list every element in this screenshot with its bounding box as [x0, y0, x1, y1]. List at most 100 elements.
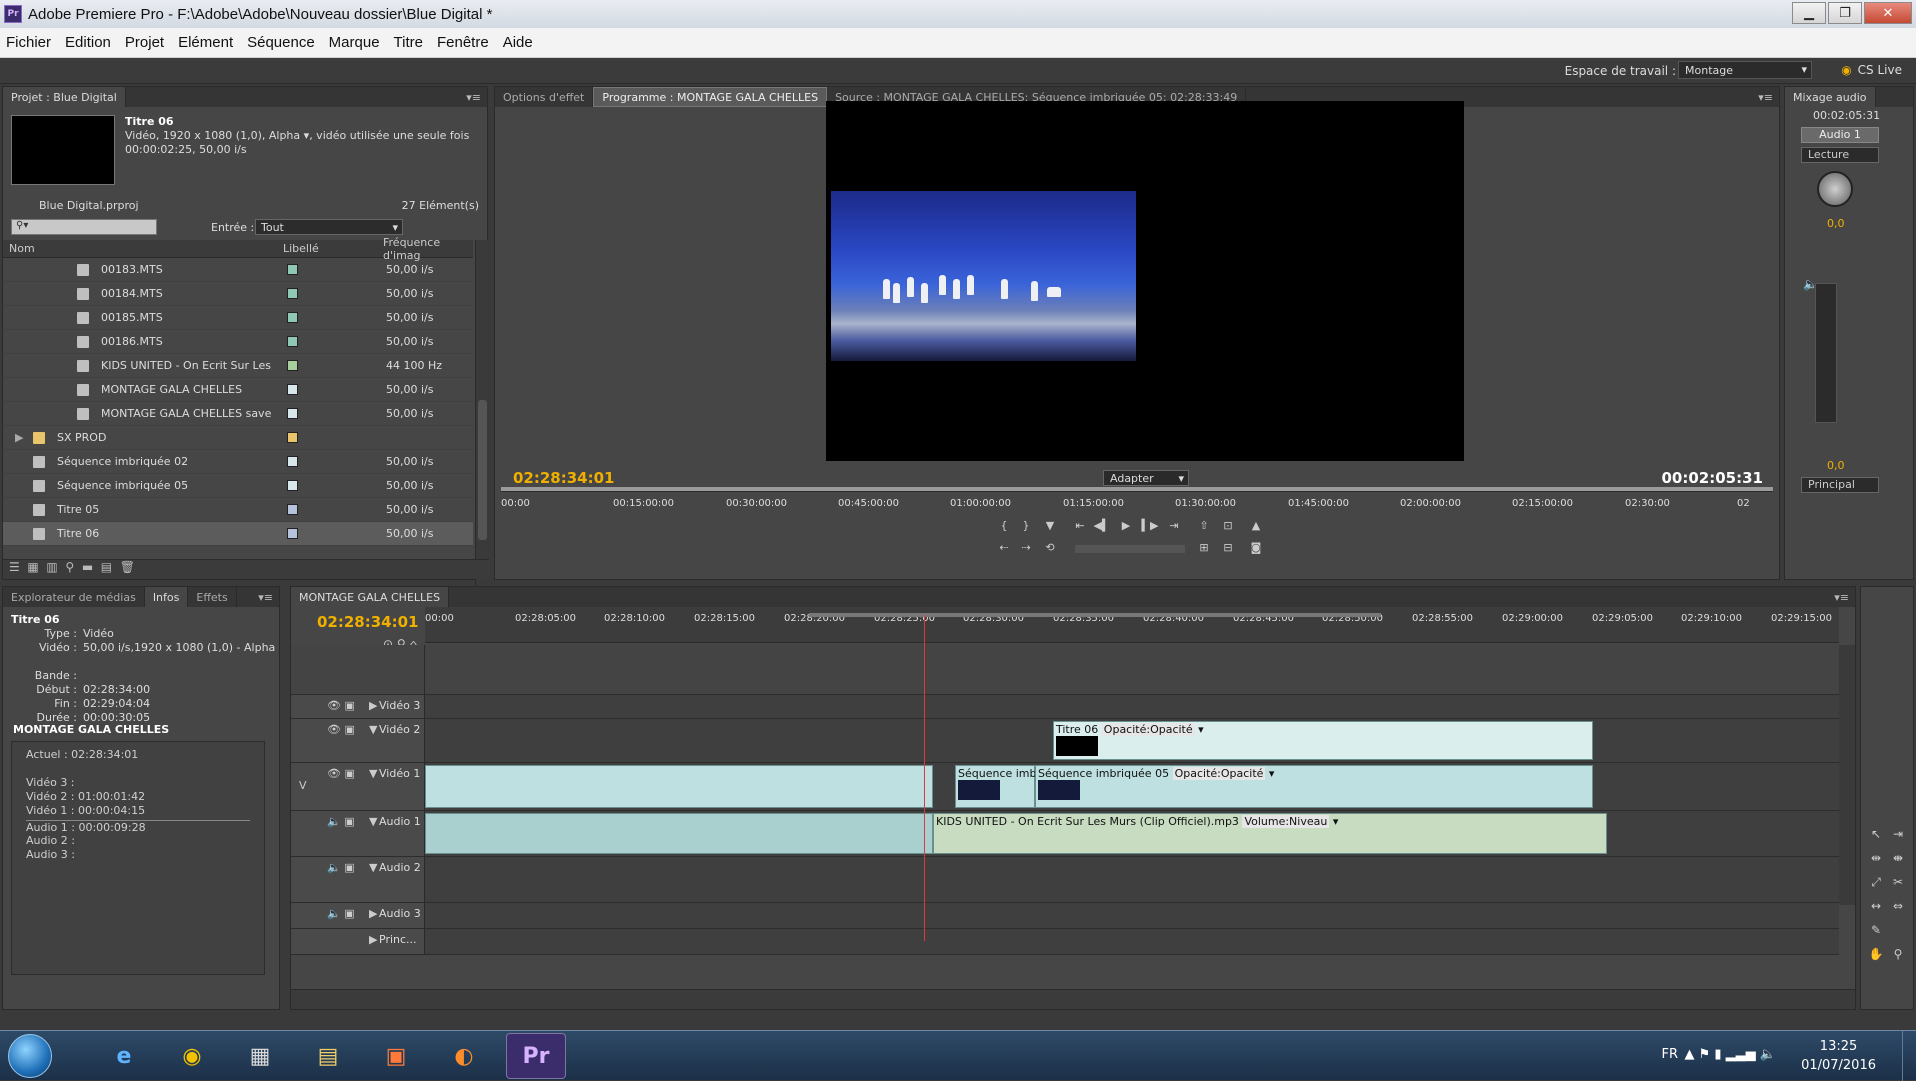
collapse-icon[interactable]: ▼ — [369, 767, 377, 780]
insert-icon[interactable]: ⊞ — [1195, 541, 1213, 557]
list-view-icon[interactable]: ☰ — [9, 560, 20, 574]
tab-audio-mixer[interactable]: Mixage audio — [1785, 87, 1876, 107]
clip-sequence-a[interactable]: Séquence imbri — [955, 765, 1044, 808]
label-color-swatch[interactable] — [287, 264, 298, 275]
playhead-line[interactable] — [924, 615, 925, 941]
safe-margins-icon[interactable]: ⊡ — [1219, 519, 1237, 535]
mark-out-icon[interactable]: } — [1017, 519, 1035, 535]
project-item-row[interactable]: Titre 06 50,00 i/s — [3, 522, 473, 546]
menu-projet[interactable]: Projet — [125, 34, 164, 51]
project-item-row[interactable]: ▶ SX PROD — [3, 426, 473, 450]
volume-value[interactable]: 0,0 — [1827, 459, 1845, 472]
label-color-swatch[interactable] — [287, 360, 298, 371]
file-explorer-icon[interactable]: ▤ — [298, 1033, 358, 1079]
shuttle-back-icon[interactable]: ⇠ — [995, 541, 1013, 557]
tab-project[interactable]: Projet : Blue Digital — [3, 87, 126, 107]
eye-icon[interactable]: 👁 ▣ — [327, 699, 355, 712]
new-bin-icon[interactable]: ▬ — [82, 560, 93, 574]
clip-fx-label[interactable]: Volume:Niveau — [1242, 815, 1330, 828]
tab-effects[interactable]: Effets — [188, 587, 237, 607]
selection-tool-icon[interactable]: ↖ — [1867, 827, 1885, 843]
project-item-row[interactable]: Séquence imbriquée 05 50,00 i/s — [3, 474, 473, 498]
ripple-edit-tool-icon[interactable]: ⇹ — [1867, 851, 1885, 867]
speaker-icon[interactable]: 🔈 ▣ — [327, 907, 355, 920]
pan-knob[interactable] — [1817, 171, 1853, 207]
workspace-select[interactable]: Montage — [1678, 61, 1812, 79]
hand-tool-icon[interactable]: ✋ — [1867, 947, 1885, 963]
project-item-row[interactable]: MONTAGE GALA CHELLES save 50,00 i/s — [3, 402, 473, 426]
panel-menu-icon[interactable]: ▾≡ — [1834, 591, 1849, 604]
start-button[interactable] — [8, 1034, 52, 1078]
minimize-button[interactable]: ▁ — [1792, 2, 1826, 24]
menu-aide[interactable]: Aide — [503, 34, 533, 51]
menu-element[interactable]: Elément — [178, 34, 233, 51]
show-desktop-button[interactable] — [1902, 1031, 1916, 1081]
label-color-swatch[interactable] — [287, 408, 298, 419]
step-back-icon[interactable]: ◀▍ — [1093, 519, 1111, 535]
go-to-out-icon[interactable]: ⇥ — [1165, 519, 1183, 535]
entree-select[interactable]: Tout — [255, 219, 403, 235]
tab-effect-options[interactable]: Options d'effet — [495, 87, 594, 107]
collapse-icon[interactable]: ▼ — [369, 861, 377, 874]
trash-icon[interactable]: 🗑 — [120, 560, 135, 574]
expand-icon[interactable]: ▶ — [369, 933, 377, 946]
camera-icon[interactable]: ◙ — [1247, 541, 1265, 557]
output-select[interactable]: Principal — [1801, 477, 1879, 493]
pan-value[interactable]: 0,0 — [1827, 217, 1845, 230]
lift-icon[interactable]: ⇧ — [1195, 519, 1213, 535]
firefox-icon[interactable]: ◐ — [434, 1033, 494, 1079]
work-area-bar[interactable] — [809, 613, 1381, 617]
input-language[interactable]: FR — [1661, 1047, 1678, 1062]
slide-tool-icon[interactable]: ⇔ — [1889, 899, 1907, 915]
project-item-row[interactable]: Titre 05 50,00 i/s — [3, 498, 473, 522]
zoom-fit-select[interactable]: Adapter — [1103, 470, 1189, 486]
project-item-row[interactable]: MONTAGE GALA CHELLES 50,00 i/s — [3, 378, 473, 402]
tab-timeline-sequence[interactable]: MONTAGE GALA CHELLES — [291, 587, 450, 607]
source-patch-v[interactable]: V — [299, 779, 307, 792]
label-color-swatch[interactable] — [287, 432, 298, 443]
system-clock[interactable]: 13:25 01/07/2016 — [1801, 1037, 1876, 1075]
collapse-icon[interactable]: ▼ — [369, 815, 377, 828]
go-to-in-icon[interactable]: ⇤ — [1071, 519, 1089, 535]
panel-menu-icon[interactable]: ▾≡ — [466, 91, 481, 104]
menu-fenetre[interactable]: Fenêtre — [437, 34, 489, 51]
menu-titre[interactable]: Titre — [394, 34, 423, 51]
export-frame-icon[interactable]: ▲ — [1247, 519, 1265, 535]
new-item-icon[interactable]: ▤ — [101, 560, 112, 574]
program-current-timecode[interactable]: 02:28:34:01 — [513, 469, 615, 487]
menu-marque[interactable]: Marque — [329, 34, 380, 51]
timeline-vertical-scrollbar[interactable] — [1839, 645, 1855, 905]
label-color-swatch[interactable] — [287, 456, 298, 467]
project-item-row[interactable]: 00186.MTS 50,00 i/s — [3, 330, 473, 354]
search-input[interactable]: ⚲▾ — [11, 219, 157, 235]
eye-icon[interactable]: 👁 ▣ — [327, 767, 355, 780]
jog-shuttle[interactable] — [1075, 545, 1185, 553]
loop-icon[interactable]: ⟲ — [1041, 541, 1059, 557]
timeline-zoom-bar[interactable] — [291, 989, 1855, 1009]
track-select-tool-icon[interactable]: ⇥ — [1889, 827, 1907, 843]
automate-icon[interactable]: ▥ — [46, 560, 57, 574]
label-color-swatch[interactable] — [287, 480, 298, 491]
chrome-icon[interactable]: ◉ — [162, 1033, 222, 1079]
clip-titre-06[interactable]: Titre 06 Opacité:Opacité ▾ — [1053, 721, 1593, 760]
panel-menu-icon[interactable]: ▾≡ — [1758, 91, 1773, 104]
maximize-button[interactable]: ❐ — [1828, 2, 1862, 24]
expand-icon[interactable]: ▶ — [369, 907, 377, 920]
overwrite-icon[interactable]: ⊟ — [1219, 541, 1237, 557]
internet-explorer-icon[interactable]: e — [94, 1033, 154, 1079]
close-button[interactable]: ✕ — [1864, 2, 1912, 24]
step-forward-icon[interactable]: ▍▶ — [1141, 519, 1159, 535]
label-color-swatch[interactable] — [287, 312, 298, 323]
icon-view-icon[interactable]: ▦ — [27, 560, 38, 574]
label-color-swatch[interactable] — [287, 336, 298, 347]
automation-mode-select[interactable]: Lecture — [1801, 147, 1879, 163]
tab-program[interactable]: Programme : MONTAGE GALA CHELLES — [593, 87, 828, 107]
clip-fx-label[interactable]: Opacité:Opacité — [1172, 767, 1266, 780]
pen-tool-icon[interactable]: ✎ — [1867, 923, 1885, 939]
rolling-edit-tool-icon[interactable]: ⇼ — [1889, 851, 1907, 867]
label-color-swatch[interactable] — [287, 504, 298, 515]
menu-sequence[interactable]: Séquence — [247, 34, 315, 51]
volume-fader[interactable] — [1815, 283, 1837, 423]
clip-fx-label[interactable]: Opacité:Opacité — [1101, 723, 1195, 736]
project-item-row[interactable]: 00184.MTS 50,00 i/s — [3, 282, 473, 306]
